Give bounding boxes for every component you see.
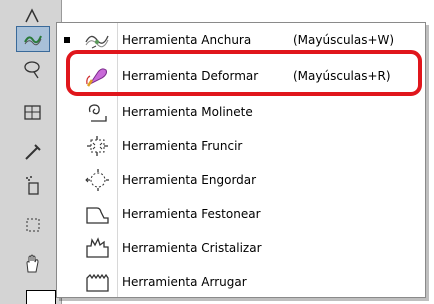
pucker-tool-icon (84, 134, 110, 158)
lasso-tool-icon[interactable] (16, 56, 50, 82)
menu-item-label: Herramienta Festonear (122, 207, 261, 221)
menu-item-label: Herramienta Anchura (122, 33, 252, 47)
tools-panel (0, 0, 62, 304)
menu-item-label: Herramienta Engordar (122, 173, 257, 187)
menu-item-label: Herramienta Fruncir (122, 139, 243, 153)
menu-item-herramienta-engordar[interactable]: Herramienta Engordar (57, 165, 427, 195)
menu-item-shortcut: (Mayúsculas+W) (293, 33, 395, 47)
selected-bullet-icon (64, 37, 70, 43)
red-highlight-outline (66, 50, 422, 96)
pen-tool-icon[interactable] (16, 2, 50, 28)
twirl-tool-icon (84, 100, 110, 124)
menu-item-herramienta-arrugar[interactable]: Herramienta Arrugar (57, 267, 427, 297)
scallop-tool-icon (84, 202, 110, 226)
width-tool-button[interactable] (16, 26, 50, 52)
width-tool-icon (84, 28, 110, 52)
hand-icon[interactable] (16, 250, 50, 276)
artboard-icon[interactable] (16, 212, 50, 238)
menu-item-herramienta-cristalizar[interactable]: Herramienta Cristalizar (57, 233, 427, 263)
menu-item-herramienta-fruncir[interactable]: Herramienta Fruncir (57, 131, 427, 161)
menu-item-label: Herramienta Cristalizar (122, 241, 262, 255)
frame-tool-icon[interactable] (16, 100, 50, 126)
bloat-tool-icon (84, 168, 110, 192)
spray-symbol-icon[interactable] (16, 172, 50, 198)
fill-color-swatch[interactable] (26, 290, 56, 304)
menu-item-herramienta-molinete[interactable]: Herramienta Molinete (57, 97, 427, 127)
menu-item-herramienta-festonear[interactable]: Herramienta Festonear (57, 199, 427, 229)
menu-item-label: Herramienta Molinete (122, 105, 253, 119)
eyedropper-icon[interactable] (16, 138, 50, 164)
menu-item-label: Herramienta Arrugar (122, 275, 247, 289)
crystallize-tool-icon (84, 236, 110, 260)
wrinkle-tool-icon (84, 270, 110, 294)
